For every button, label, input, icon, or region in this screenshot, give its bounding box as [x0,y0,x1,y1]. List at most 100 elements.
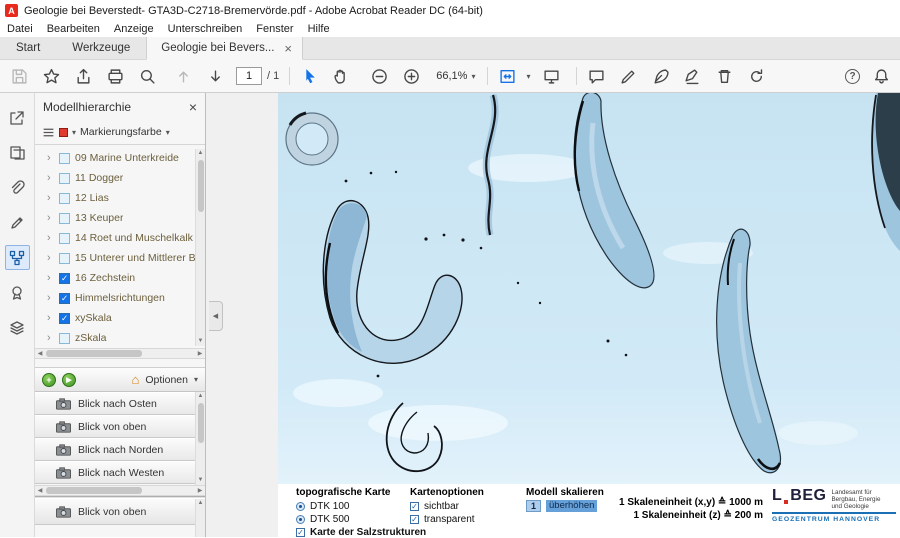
view-item-blick-nach-osten[interactable]: Blick nach Osten [35,392,195,415]
zoom-out-icon[interactable] [366,64,392,89]
sign-quill-icon[interactable] [647,64,673,89]
expand-chevron-icon[interactable]: › [47,173,54,184]
read-mode-icon[interactable] [538,64,564,89]
current-view-item[interactable]: Blick von oben [35,499,195,525]
scroll-left-icon[interactable]: ◀ [35,350,45,357]
scale-value-input[interactable]: 1 [526,500,541,512]
expand-chevron-icon[interactable]: › [47,233,54,244]
tree-item-dogger[interactable]: › 11 Dogger [35,168,205,188]
layer-checkbox[interactable] [59,233,70,244]
menu-unterschreiben[interactable]: Unterschreiben [161,23,250,35]
tree-item-lias[interactable]: › 12 Lias [35,188,205,208]
chevron-down-icon[interactable]: ▾ [166,128,170,137]
current-view-scrollbar[interactable]: ▲ [195,499,205,537]
visible-checkbox[interactable]: ✓ [410,502,419,511]
scroll-right-icon[interactable]: ▶ [195,350,205,357]
save-icon[interactable] [6,64,32,89]
dtk100-radio[interactable] [296,502,305,511]
tree-item-marine-unterkreide[interactable]: › 09 Marine Unterkreide [35,148,205,168]
scroll-down-icon[interactable]: ▼ [198,476,204,485]
tree-item-zechstein[interactable]: › ✓ 16 Zechstein [35,268,205,288]
play-view-button[interactable]: ▶ [62,373,76,387]
expand-chevron-icon[interactable]: › [47,213,54,224]
menu-hilfe[interactable]: Hilfe [301,23,337,35]
select-tool-icon[interactable] [296,64,322,89]
menu-datei[interactable]: Datei [0,23,40,35]
tree-item-roet-muschelkalk[interactable]: › 14 Roet und Muschelkalk [35,228,205,248]
notifications-bell-icon[interactable] [868,64,894,89]
expand-chevron-icon[interactable]: › [47,253,54,264]
dtk500-radio[interactable] [296,515,305,524]
layer-checkbox[interactable] [59,253,70,264]
transparent-checkbox[interactable]: ✓ [410,515,419,524]
view-item-blick-nach-westen[interactable]: Blick nach Westen [35,461,195,484]
tree-horizontal-scrollbar[interactable]: ◀ ▶ [35,348,205,359]
scroll-up-icon[interactable]: ▲ [198,149,204,158]
expand-chevron-icon[interactable]: › [47,153,54,164]
search-icon[interactable] [134,64,160,89]
menu-bearbeiten[interactable]: Bearbeiten [40,23,107,35]
tree-item-himmelsrichtungen[interactable]: › ✓ Himmelsrichtungen [35,288,205,308]
layer-checkbox[interactable] [59,333,70,344]
tree-vertical-scrollbar[interactable]: ▲ ▼ [195,149,205,346]
chevron-down-icon[interactable]: ▾ [526,72,530,81]
model-tree-icon[interactable] [5,245,30,270]
scroll-right-icon[interactable]: ▶ [195,487,205,494]
certificate-badge-icon[interactable] [5,280,30,305]
layer-checkbox[interactable] [59,193,70,204]
menu-anzeige[interactable]: Anzeige [107,23,161,35]
highlighter-icon[interactable] [615,64,641,89]
layer-checkbox[interactable]: ✓ [59,273,70,284]
attachment-paperclip-icon[interactable] [5,175,30,200]
layer-checkbox[interactable]: ✓ [59,313,70,324]
tab-close-icon[interactable]: × [284,42,292,55]
page-number-input[interactable]: 1 [236,67,262,85]
chevron-down-icon[interactable]: ▾ [72,128,76,137]
organize-pages-icon[interactable] [5,140,30,165]
options-menu-label[interactable]: Optionen [145,374,188,386]
previous-page-icon[interactable] [170,64,196,89]
fill-sign-icon[interactable] [679,64,705,89]
geology-3d-map[interactable] [278,93,900,484]
export-pdf-icon[interactable] [5,105,30,130]
tree-item-xyskala[interactable]: › ✓ xySkala [35,308,205,328]
scrollbar-thumb[interactable] [198,403,204,443]
scrollbar-thumb[interactable] [198,160,204,212]
print-icon[interactable] [102,64,128,89]
expand-chevron-icon[interactable]: › [47,313,54,324]
scroll-up-icon[interactable]: ▲ [198,392,204,401]
tab-document[interactable]: Geologie bei Bevers... × [146,37,303,60]
menu-fenster[interactable]: Fenster [249,23,300,35]
chevron-down-icon[interactable]: ▾ [194,375,198,384]
view-item-blick-von-oben[interactable]: Blick von oben [35,415,195,438]
expand-chevron-icon[interactable]: › [47,273,54,284]
scrollbar-thumb[interactable] [46,350,142,357]
share-icon[interactable] [70,64,96,89]
add-view-button[interactable]: + [42,373,56,387]
views-vertical-scrollbar[interactable]: ▲ ▼ [195,392,205,485]
tree-item-buntsandstein[interactable]: › 15 Unterer und Mittlerer Bun [35,248,205,268]
delete-icon[interactable] [711,64,737,89]
scrollbar-thumb[interactable] [46,487,142,494]
tree-item-zskala[interactable]: › zSkala [35,328,205,348]
exaggerate-button[interactable]: überhöhen [546,500,597,512]
signature-pen-icon[interactable] [5,210,30,235]
layer-checkbox[interactable] [59,173,70,184]
panel-close-icon[interactable]: × [189,99,197,115]
view-item-blick-nach-norden[interactable]: Blick nach Norden [35,438,195,461]
expand-chevron-icon[interactable]: › [47,193,54,204]
next-page-icon[interactable] [202,64,228,89]
zoom-in-icon[interactable] [398,64,424,89]
scroll-down-icon[interactable]: ▼ [198,337,204,346]
hand-tool-icon[interactable] [328,64,354,89]
home-view-icon[interactable]: ⌂ [132,373,140,386]
expand-chevron-icon[interactable]: › [47,293,54,304]
page-display-icon[interactable] [494,64,520,89]
tab-start[interactable]: Start [0,37,56,59]
views-horizontal-scrollbar[interactable]: ◀ ▶ [35,485,205,496]
layer-checkbox[interactable]: ✓ [59,293,70,304]
marker-color-swatch[interactable] [59,128,68,137]
scroll-up-icon[interactable]: ▲ [198,499,204,508]
star-icon[interactable] [38,64,64,89]
help-icon[interactable]: ? [845,69,860,84]
